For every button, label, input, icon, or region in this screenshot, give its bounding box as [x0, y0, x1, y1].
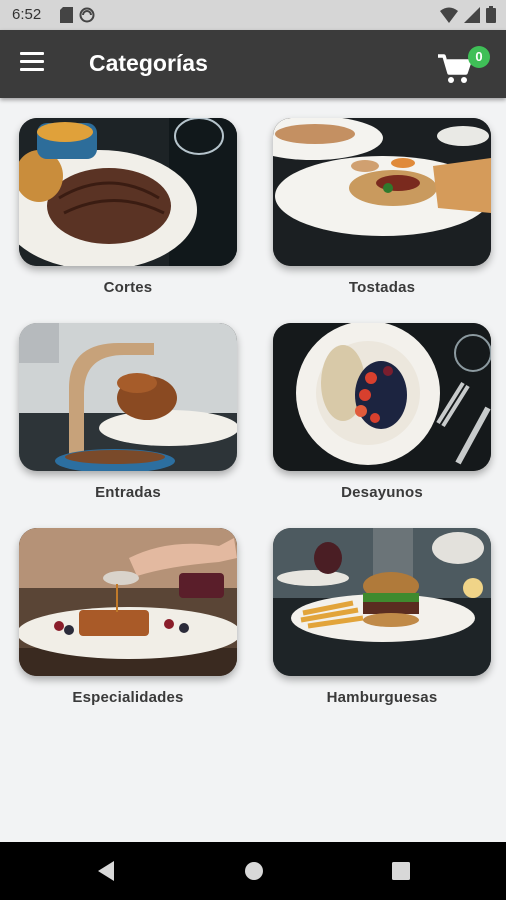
home-button[interactable]	[244, 860, 264, 887]
signal-icon	[464, 6, 480, 23]
wifi-icon	[440, 7, 458, 23]
category-card-desayunos[interactable]: Desayunos	[273, 323, 491, 501]
home-circle-icon	[245, 862, 263, 880]
category-label: Entradas	[95, 484, 161, 501]
status-bar: 6:52	[0, 0, 506, 30]
cart-button[interactable]: 0	[436, 46, 492, 86]
sync-icon	[79, 7, 95, 23]
category-image-desayunos	[273, 323, 491, 471]
page-title: Categorías	[89, 50, 208, 76]
shopping-cart-icon	[438, 54, 472, 83]
category-image-entradas	[19, 323, 237, 471]
back-button[interactable]	[96, 860, 116, 887]
category-label: Cortes	[103, 279, 153, 296]
battery-icon	[486, 6, 496, 23]
category-image-especialidades	[19, 528, 237, 676]
status-time: 6:52	[12, 6, 42, 23]
category-image-hamburguesas	[273, 528, 491, 676]
cart-badge: 0	[468, 46, 490, 68]
category-label: Desayunos	[341, 484, 423, 501]
category-label: Tostadas	[348, 279, 416, 296]
back-triangle-icon	[98, 861, 114, 881]
sd-card-icon	[60, 7, 73, 23]
category-image-cortes	[19, 118, 237, 266]
app-bar: Categorías 0	[0, 30, 506, 98]
category-label: Especialidades	[72, 689, 184, 706]
category-card-entradas[interactable]: Entradas	[19, 323, 237, 501]
category-card-hamburguesas[interactable]: Hamburguesas	[273, 528, 491, 706]
category-image-tostadas	[273, 118, 491, 266]
category-label: Hamburguesas	[326, 689, 438, 706]
category-card-tostadas[interactable]: Tostadas	[273, 118, 491, 296]
category-card-especialidades[interactable]: Especialidades	[19, 528, 237, 706]
system-nav-bar	[0, 842, 506, 900]
menu-button[interactable]	[20, 52, 50, 76]
recents-square-icon	[392, 862, 410, 880]
recents-button[interactable]	[391, 860, 411, 887]
menu-icon	[20, 52, 50, 71]
category-card-cortes[interactable]: Cortes	[19, 118, 237, 296]
